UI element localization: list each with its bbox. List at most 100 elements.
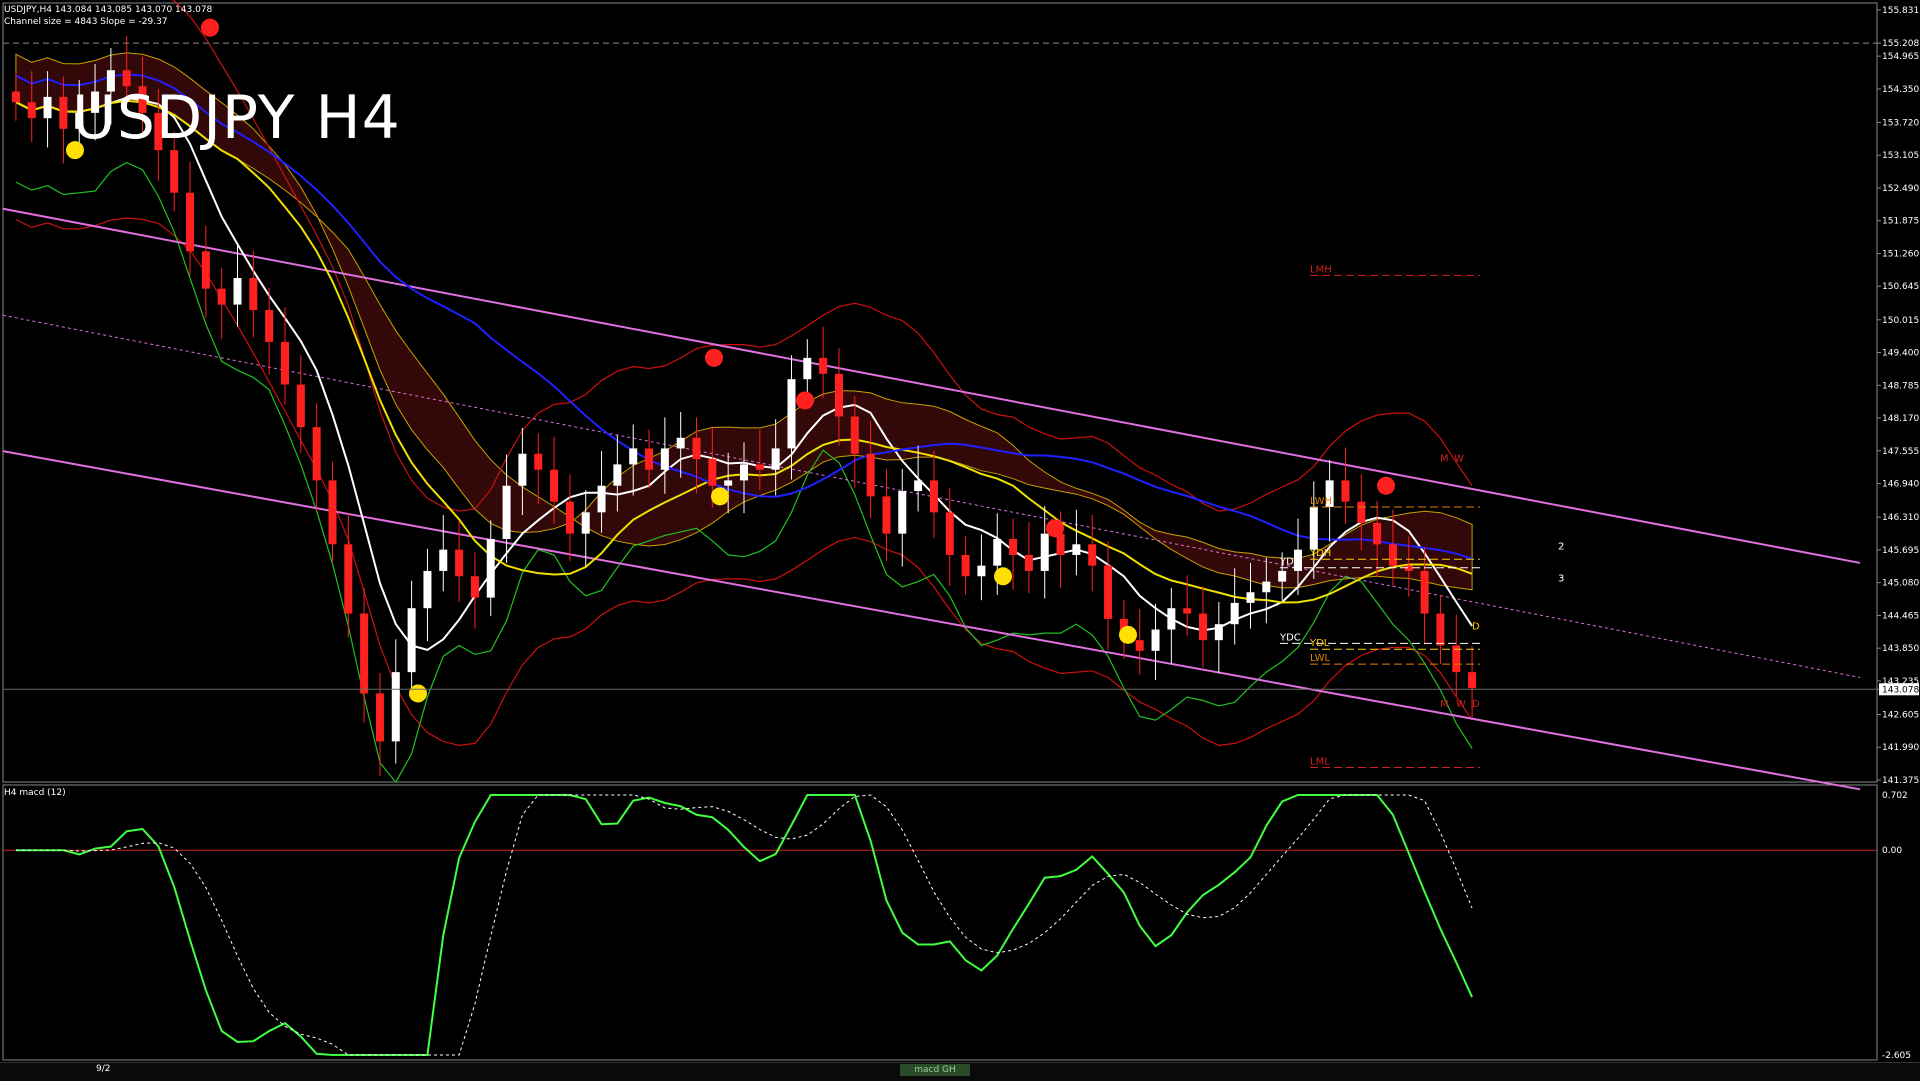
candle-body bbox=[1404, 565, 1413, 571]
candle-body bbox=[898, 491, 907, 534]
candle-body bbox=[914, 480, 923, 492]
candle-body bbox=[1278, 570, 1287, 582]
down-arrow-icon bbox=[1046, 519, 1064, 538]
candle-body bbox=[613, 464, 622, 486]
candle-body bbox=[233, 277, 242, 305]
candle-body bbox=[977, 565, 986, 577]
level-label: YDH bbox=[1309, 548, 1331, 559]
candle-body bbox=[280, 341, 289, 385]
candle-body bbox=[1230, 602, 1239, 625]
price-tick-label: 142.605 bbox=[1882, 710, 1919, 720]
price-tick-label: 154.350 bbox=[1882, 85, 1919, 95]
candle-body bbox=[296, 384, 305, 428]
candle-body bbox=[1420, 570, 1429, 614]
price-tick-label: 143.850 bbox=[1882, 644, 1919, 654]
candle-body bbox=[312, 427, 321, 481]
price-tick-label: 148.785 bbox=[1882, 381, 1919, 391]
candle-body bbox=[43, 96, 52, 119]
candle-body bbox=[882, 496, 891, 534]
candle-body bbox=[201, 251, 210, 289]
candle-body bbox=[1468, 672, 1477, 689]
candle-body bbox=[59, 96, 68, 129]
candle-body bbox=[565, 501, 574, 534]
up-arrow-icon bbox=[1119, 625, 1137, 644]
candle-body bbox=[375, 693, 384, 742]
candle-body bbox=[170, 150, 179, 193]
candle-body bbox=[1373, 522, 1382, 545]
candle-body bbox=[961, 554, 970, 577]
candle-body bbox=[344, 544, 353, 614]
indicator-tab[interactable]: macd GH bbox=[900, 1064, 970, 1076]
symbol-title: USDJPY H4 bbox=[72, 83, 401, 153]
price-tick-label: 141.990 bbox=[1882, 743, 1919, 753]
level-label: LML bbox=[1310, 756, 1330, 767]
candle-body bbox=[217, 288, 226, 305]
candle-body bbox=[660, 448, 669, 470]
candle-body bbox=[439, 549, 448, 571]
price-tick-label: 150.645 bbox=[1882, 282, 1919, 292]
candle-body bbox=[1199, 613, 1208, 641]
candle-body bbox=[1309, 507, 1318, 550]
candle-body bbox=[787, 379, 796, 449]
candle-body bbox=[645, 448, 654, 470]
tf-label-top: M bbox=[1440, 454, 1449, 465]
candle-body bbox=[1040, 533, 1049, 571]
tf-label-bottom: M bbox=[1440, 699, 1449, 710]
chart-header: USDJPY,H4 143.084 143.085 143.070 143.07… bbox=[4, 4, 212, 28]
candle-body bbox=[470, 576, 479, 598]
candle-body bbox=[597, 485, 606, 513]
candle-body bbox=[328, 480, 337, 545]
level-label: LWL bbox=[1310, 653, 1331, 664]
price-tick-label: 149.400 bbox=[1882, 349, 1919, 359]
candle-body bbox=[740, 464, 748, 481]
price-tick-label: 141.375 bbox=[1882, 776, 1919, 786]
candle-body bbox=[423, 570, 432, 609]
candle-body bbox=[1246, 592, 1255, 603]
up-arrow-icon bbox=[409, 684, 427, 703]
candle-body bbox=[265, 309, 274, 342]
candle-body bbox=[866, 453, 875, 497]
macd-label: H4 macd (12) bbox=[4, 788, 66, 798]
candle-body bbox=[708, 459, 717, 486]
candle-body bbox=[11, 91, 20, 103]
candle-body bbox=[391, 672, 400, 742]
candle-body bbox=[360, 613, 369, 694]
candle-body bbox=[1009, 538, 1018, 555]
candle-body bbox=[534, 453, 543, 470]
right-number: 3 bbox=[1558, 574, 1564, 585]
macd-tick-label: 0.00 bbox=[1882, 846, 1902, 856]
price-tick-label: 153.105 bbox=[1882, 151, 1919, 161]
candle-body bbox=[819, 357, 828, 374]
candle-body bbox=[407, 608, 416, 673]
candle-body bbox=[186, 192, 195, 252]
candle-body bbox=[993, 538, 1002, 566]
price-tick-label: 145.695 bbox=[1882, 546, 1919, 556]
right-number: 2 bbox=[1558, 542, 1564, 553]
price-chart[interactable]: LMHLWHYDHYDOYDCYDLLWLLMLM WM W DD23 155.831… bbox=[0, 0, 1920, 1080]
candle-body bbox=[1104, 565, 1113, 619]
up-arrow-icon bbox=[994, 567, 1012, 586]
candle-body bbox=[1436, 613, 1445, 646]
price-tick-label: 151.260 bbox=[1882, 249, 1919, 259]
tf-label-top: W bbox=[1454, 454, 1464, 465]
level-label: YDO bbox=[1279, 557, 1302, 568]
candle-body bbox=[1357, 501, 1366, 523]
candle-body bbox=[1135, 640, 1144, 651]
level-label: YDL bbox=[1309, 638, 1330, 649]
price-tick-label: 146.310 bbox=[1882, 513, 1919, 523]
macd-tick-label: -2.605 bbox=[1882, 1051, 1911, 1061]
level-label: LWH bbox=[1310, 496, 1332, 507]
candle-body bbox=[1088, 544, 1097, 566]
candle-body bbox=[755, 464, 764, 470]
candle-body bbox=[724, 480, 733, 486]
candle-body bbox=[1024, 554, 1033, 571]
tf-label-bottom: W bbox=[1456, 699, 1466, 710]
down-arrow-icon bbox=[796, 391, 814, 410]
price-tick-label: 155.208 bbox=[1882, 39, 1919, 49]
candle-body bbox=[455, 549, 464, 577]
candle-body bbox=[1151, 629, 1160, 651]
macd-tick-label: 0.702 bbox=[1882, 791, 1908, 801]
tf-label-bottom: D bbox=[1472, 699, 1480, 710]
price-tick-label: 150.015 bbox=[1882, 316, 1919, 326]
price-tick-label: 151.875 bbox=[1882, 217, 1919, 227]
